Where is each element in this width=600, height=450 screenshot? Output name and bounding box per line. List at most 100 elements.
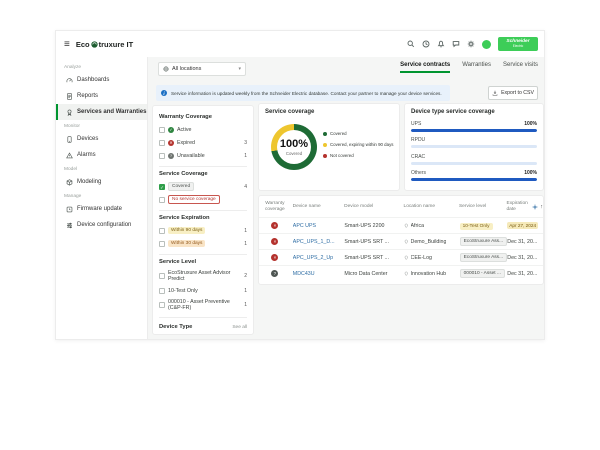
filter-option-label: 10-Test Only [168,288,241,294]
see-all-link[interactable]: See all [232,325,247,330]
sidebar: Analyze Dashboards Reports Services and … [56,57,148,339]
sidebar-item-reports[interactable]: Reports [56,88,147,104]
column-settings-icon[interactable] [532,204,538,210]
ecostruxure-swirl-icon [91,41,98,48]
expired-badge-icon: × [271,238,278,245]
device-name-link[interactable]: MDC43U [293,271,345,277]
filter-group-title: Service Coverage [159,171,247,177]
legend-dot-not-covered [323,154,327,158]
tab-bar: Service contracts Warranties Service vis… [400,62,538,73]
notifications-icon[interactable] [437,40,445,48]
chevron-down-icon: ▾ [238,66,241,72]
donut-center-value: 100% [280,139,308,150]
menu-icon[interactable]: ≡ [64,39,70,50]
filter-option-count: 1 [244,153,247,159]
col-header-expiration-date[interactable]: Expiration date [507,201,533,212]
settings-icon[interactable] [467,40,475,48]
device-model: Smart-UPS SRT ... [344,239,404,245]
location-pin-icon [404,239,409,245]
filter-option-asset-advisor-predict[interactable]: EcoStruxure Asset Advisor Predict 2 [159,268,247,284]
tab-warranties[interactable]: Warranties [462,62,491,73]
checkbox-checked[interactable]: ✓ [159,184,165,190]
sidebar-item-label: Firmware update [77,206,122,212]
card-title: Device type service coverage [411,109,537,115]
tab-service-contracts[interactable]: Service contracts [400,62,450,73]
checkbox[interactable] [159,241,165,247]
checkbox[interactable] [159,127,165,133]
device-name-link[interactable]: APC UPS [293,223,345,229]
table-header-row: Warranty coverage Device name Device mod… [259,196,543,217]
expiration-date-chip: Apr 27, 2024 [507,222,538,229]
checkbox[interactable] [159,273,165,279]
filter-option-unavailable[interactable]: ? Unavailable 1 [159,149,247,162]
donut-center-label: Covered [286,151,302,156]
bar-value: 100% [524,121,537,127]
table-row[interactable]: ? MDC43U Micro Data Center Innovation Hu… [259,265,543,281]
location-pin-icon [404,255,409,261]
table-row[interactable]: × APC UPS Smart-UPS 2200 Africa 10-Test … [259,217,543,233]
filter-option-active[interactable]: ✓ Active [159,123,247,136]
app-window: ≡ Eco truxure IT Schneider Electric [55,30,545,340]
filter-option-within-90-days[interactable]: Within 90 days 1 [159,224,247,237]
user-avatar[interactable] [482,40,491,49]
device-model: Smart-UPS SRT ... [344,255,404,261]
col-header-device-name[interactable]: Device name [291,204,344,210]
export-csv-button[interactable]: Export to CSV [488,86,538,100]
export-csv-label: Export to CSV [501,90,534,96]
device-name-link[interactable]: APC_UPS_2_Up [293,255,345,261]
divider [159,254,247,255]
table-row[interactable]: × APC_UPS_1_D... Smart-UPS SRT ... Demo_… [259,233,543,249]
sort-ascending-icon[interactable]: ↑ [540,204,543,210]
card-title: Service coverage [265,109,393,115]
filter-option-no-service-coverage[interactable]: No service coverage [159,193,247,206]
legend-dot-covered [323,132,327,136]
sidebar-item-label: Dashboards [77,77,109,83]
filter-option-expired[interactable]: ✕ Expired 3 [159,136,247,149]
location-selector-value: All locations [172,66,235,72]
sidebar-item-services-and-warranties[interactable]: Services and Warranties [56,104,147,120]
divider [159,210,247,211]
col-header-warranty-coverage[interactable]: Warranty coverage [259,201,291,212]
sidebar-item-label: Services and Warranties [77,109,146,115]
checkbox[interactable] [159,302,165,308]
checkbox[interactable] [159,153,165,159]
bar-track [411,145,537,148]
sidebar-item-devices[interactable]: Devices [56,131,147,147]
col-header-location-name[interactable]: Location name [404,204,459,210]
info-icon: i [161,90,167,96]
logo-text-post: truxure IT [99,40,134,49]
device-name-link[interactable]: APC_UPS_1_D... [293,239,345,245]
sidebar-item-label: Reports [77,93,98,99]
feedback-icon[interactable] [452,40,460,48]
filter-option-asset-preventive[interactable]: 000010 - Asset Preventive (C&P-FR) 1 [159,297,247,313]
history-icon[interactable] [422,40,430,48]
sidebar-item-label: Device configuration [77,222,131,228]
sidebar-item-alarms[interactable]: Alarms [56,147,147,163]
checkbox[interactable] [159,288,165,294]
globe-icon [163,66,169,72]
checkbox[interactable] [159,228,165,234]
dashboard-icon [66,77,73,84]
filter-option-covered[interactable]: ✓ Covered 4 [159,180,247,193]
location-selector[interactable]: All locations ▾ [158,62,246,76]
col-header-service-level[interactable]: Service level [459,204,507,210]
tab-service-visits[interactable]: Service visits [503,62,538,73]
location-name: Innovation Hub [411,271,447,277]
bar-row-ups: UPS 100% [411,121,537,132]
bar-label: CRAC [411,154,425,160]
search-icon[interactable] [407,40,415,48]
checkbox[interactable] [159,197,165,203]
filter-option-10-test-only[interactable]: 10-Test Only 1 [159,284,247,297]
cube-icon [66,179,73,186]
col-header-device-model[interactable]: Device model [344,204,403,210]
checkbox[interactable] [159,140,165,146]
table-row[interactable]: × APC_UPS_2_Up Smart-UPS SRT ... CEE-Log… [259,249,543,265]
filter-option-within-30-days[interactable]: Within 30 days 1 [159,237,247,250]
sidebar-item-device-configuration[interactable]: Device configuration [56,217,147,233]
sidebar-item-dashboards[interactable]: Dashboards [56,72,147,88]
filter-option-count: 2 [244,273,247,279]
app-logo: Eco truxure IT [76,40,133,49]
sidebar-item-firmware-update[interactable]: Firmware update [56,201,147,217]
sidebar-item-modeling[interactable]: Modeling [56,174,147,190]
bar-fill [411,129,537,132]
